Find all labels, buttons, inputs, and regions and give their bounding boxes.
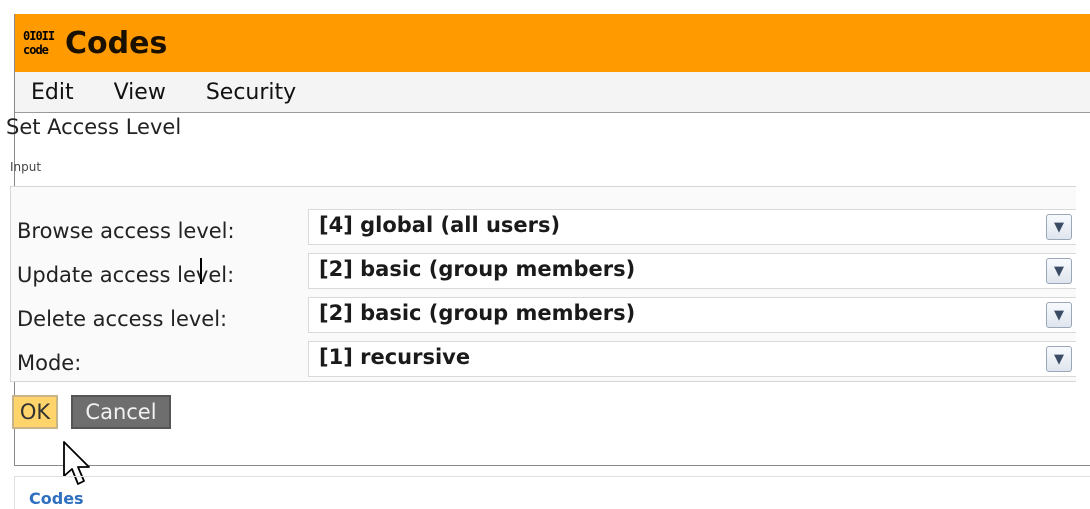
dialog-title: Set Access Level [6,115,182,139]
title-bar: 0I0II code Codes [15,14,1090,72]
menu-bar: Edit View Security [15,72,1090,113]
chevron-down-icon[interactable]: ▼ [1046,214,1072,240]
browse-access-label: Browse access level: [17,219,235,243]
delete-access-row: Delete access level: [2] basic (group me… [11,293,1076,337]
app-icon-line-1: 0I0II [23,29,55,43]
menu-security[interactable]: Security [190,80,296,105]
browse-access-value: [4] global (all users) [319,213,561,237]
app-icon-line-2: code [23,43,49,57]
update-access-row: Update access level: [2] basic (group me… [11,249,1076,293]
delete-access-select[interactable]: [2] basic (group members) ▼ [308,297,1076,333]
chevron-down-icon[interactable]: ▼ [1046,346,1072,372]
mode-label: Mode: [17,351,82,375]
menu-view[interactable]: View [98,80,166,105]
code-app-icon: 0I0II code [23,26,57,60]
browse-access-select[interactable]: [4] global (all users) ▼ [308,209,1076,245]
browse-access-row: Browse access level: [4] global (all use… [11,205,1076,249]
mode-row: Mode: [1] recursive ▼ [11,337,1076,381]
mode-select[interactable]: [1] recursive ▼ [308,341,1076,377]
section-label: Input [10,160,42,174]
chevron-down-icon[interactable]: ▼ [1046,302,1072,328]
delete-access-label: Delete access level: [17,307,228,331]
chevron-down-icon[interactable]: ▼ [1046,258,1072,284]
footer-bar: Codes [14,476,1090,509]
access-fieldset: Browse access level: [4] global (all use… [10,186,1076,382]
menu-edit[interactable]: Edit [15,80,74,105]
update-access-label: Update access level: [17,263,235,287]
ok-button[interactable]: OK [12,395,58,429]
cancel-button[interactable]: Cancel [71,395,171,429]
codes-link[interactable]: Codes [29,489,84,508]
mode-value: [1] recursive [319,345,471,369]
update-access-value: [2] basic (group members) [319,257,636,281]
text-caret [200,258,202,284]
delete-access-value: [2] basic (group members) [319,301,636,325]
app-title: Codes [65,25,168,61]
update-access-select[interactable]: [2] basic (group members) ▼ [308,253,1076,289]
